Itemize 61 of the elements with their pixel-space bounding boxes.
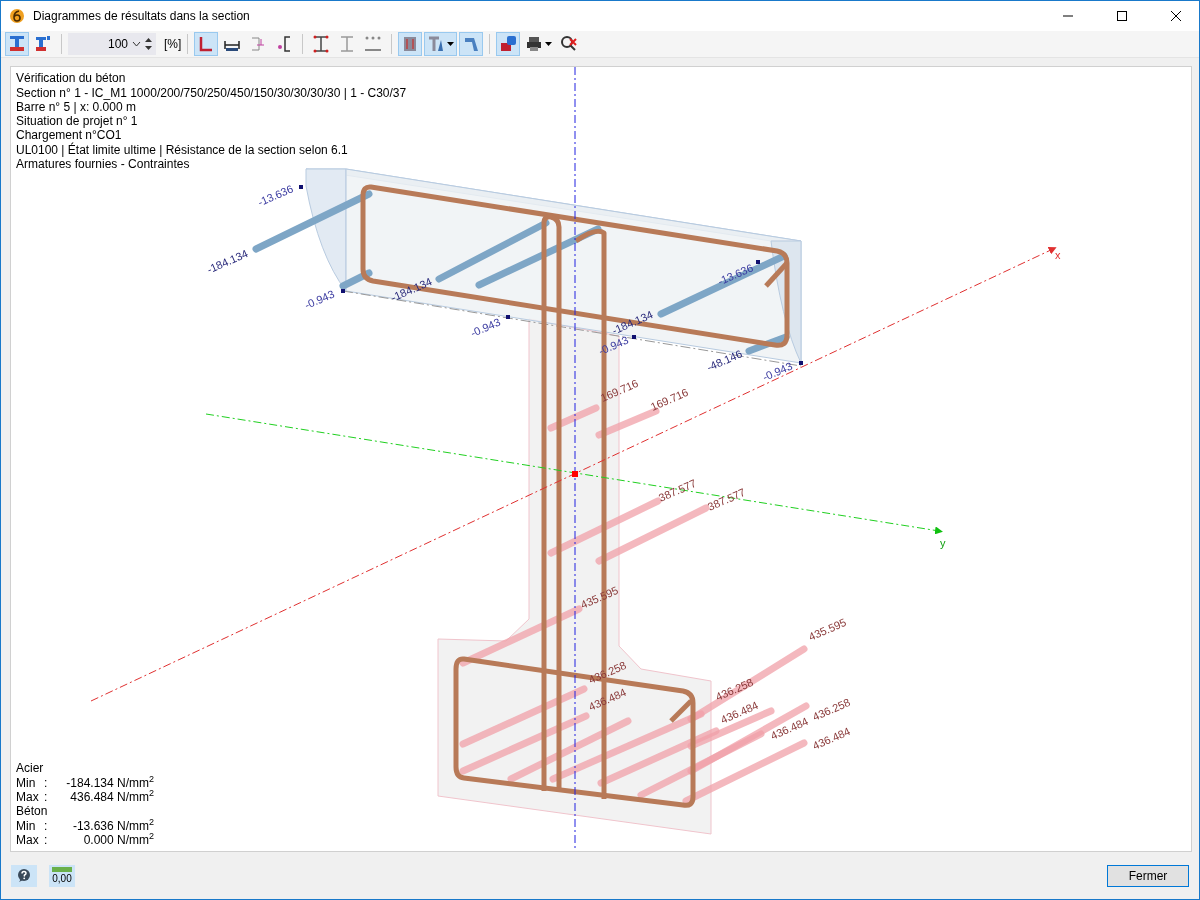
stress-label: -0.943 [596,333,631,358]
info-icon [499,35,518,54]
section-stress-icon [8,35,26,54]
info-line: Vérification du béton [16,71,127,86]
ruler-icon [52,866,72,872]
close-icon [1171,11,1181,21]
window-title: Diagrammes de résultats dans la section [33,9,251,23]
result-colon: : [44,832,49,848]
compression-bar [339,269,373,290]
material-title: Béton [16,804,49,819]
toolbar-button[interactable] [194,32,219,57]
info-line: Section n° 1 - IC_M1 1000/200/750/250/450/150/30/30/30/30 | 1 - C30/37 [16,85,407,100]
stress-point [506,315,510,320]
stress-label: -0.943 [760,359,795,384]
numbering-icon [364,35,383,54]
info-line: Barre n° 5 | x: 0.000 m [16,99,137,115]
tension-bar [547,404,600,432]
compression-bar [745,333,790,355]
section-stress-icon [34,35,52,54]
maximize-icon [1117,11,1127,21]
help-icon [16,867,32,884]
stress-point [799,361,803,366]
printer-icon [525,35,544,54]
stress-point [756,260,760,265]
stress-label: -0.943 [302,287,337,312]
result-value: -184.134 N/mm$^{2}$ [65,775,154,790]
result-label: Max [16,790,40,805]
t-section-icon [427,35,446,54]
caret-icon [545,42,553,47]
axis-label: y [940,537,946,550]
result-label: Max [16,832,40,848]
result-value: 0.000 N/mm$^{2}$ [82,832,154,848]
info-line: Chargement n°CO1 [16,128,123,143]
close-dialog-button[interactable]: Fermer [1107,864,1189,887]
centroid-point [572,471,578,478]
axis-label: x [1055,249,1061,262]
help-button[interactable] [11,864,37,887]
result-colon: : [44,790,49,805]
stress-label: -0.943 [468,315,503,340]
result-label: Min [16,818,37,833]
unit-label: [%] [164,37,182,52]
spinner-icon [145,37,152,52]
decimals-button[interactable]: 0,00 [49,864,75,887]
info-line: Situation de projet n° 1 [16,114,139,129]
i-section-icon [312,35,331,54]
info-line: UL0100 | État limite ultime | Résistance de la section selon 6.1 [16,142,349,157]
result-value: 436.484 N/mm$^{2}$ [69,790,154,805]
result-colon: : [44,775,49,790]
result-colon: : [44,818,49,833]
stress-point [632,335,636,340]
info-line: Armatures fournies - Contraintes [16,157,191,172]
result-label: Min [16,775,37,790]
material-title: Acier [16,761,45,776]
app-icon [9,8,25,24]
shape-icon [462,35,481,54]
result-value: -13.636 N/mm$^{2}$ [71,818,154,833]
chevron-down-icon [132,41,141,48]
caret-icon [447,42,455,47]
zoom-spin-field[interactable]: 100 [68,33,156,56]
stress-point [299,185,303,190]
toolbar-button[interactable] [496,32,521,57]
